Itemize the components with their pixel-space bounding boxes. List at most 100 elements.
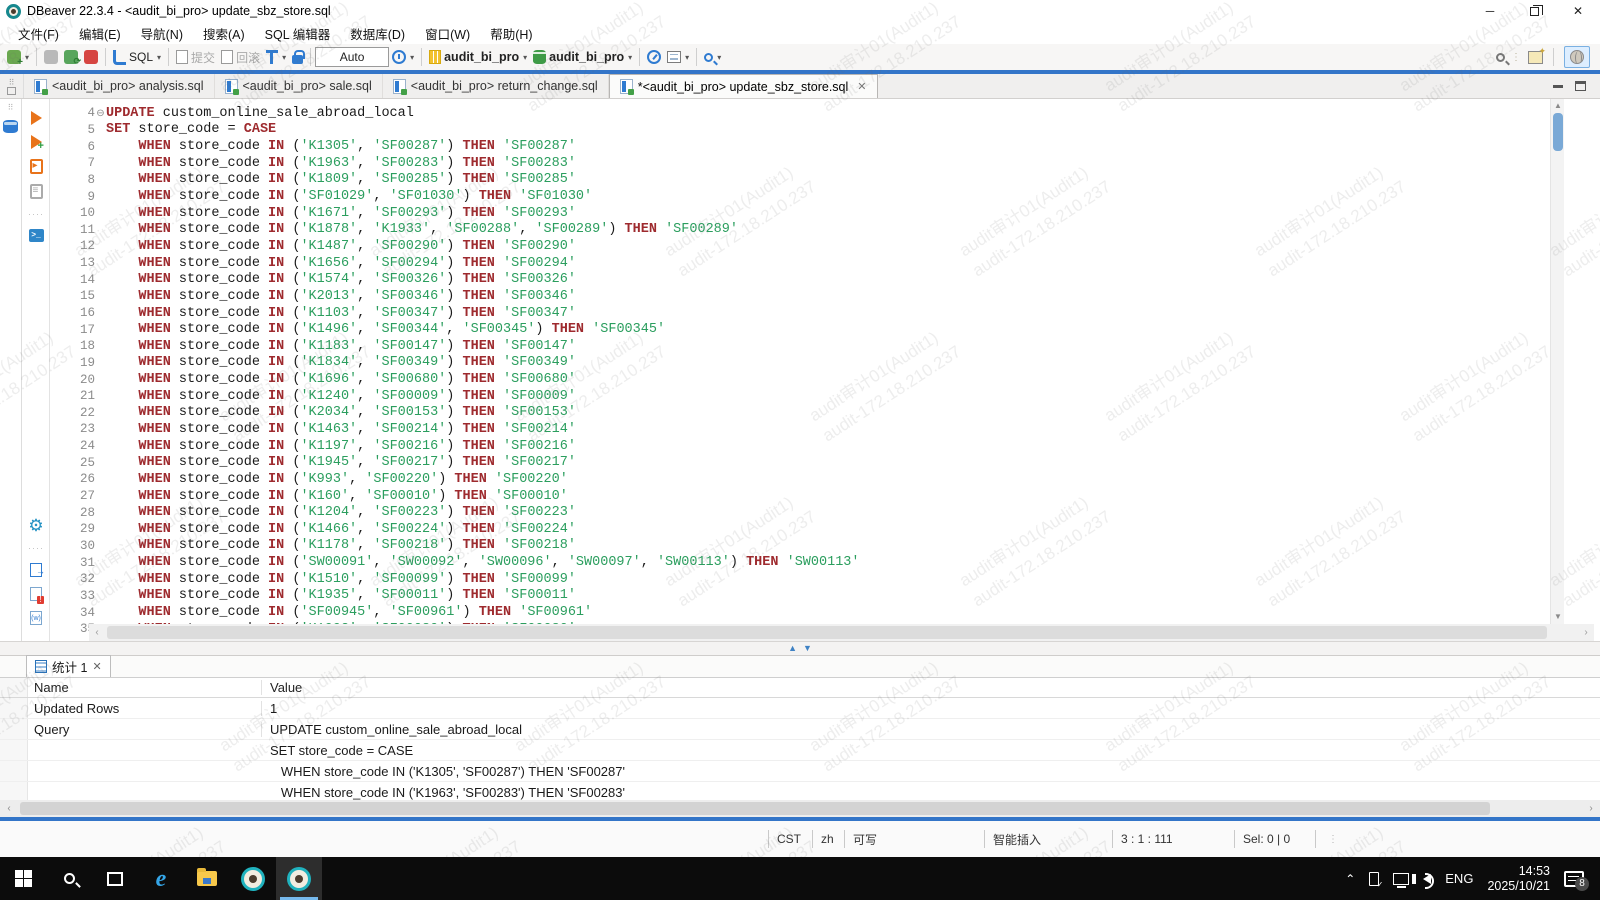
minimize-button[interactable]: ─ bbox=[1468, 0, 1512, 22]
fold-collapse-icon[interactable]: ⊖ bbox=[95, 108, 106, 119]
editor-tab[interactable]: <audit_bi_pro> return_change.sql bbox=[383, 74, 609, 98]
code-line[interactable]: 27 WHEN store_code IN ('K160', 'SF00010'… bbox=[51, 488, 1600, 505]
code-line[interactable]: 5SET store_code = CASE bbox=[51, 122, 1600, 139]
code-line[interactable]: 11 WHEN store_code IN ('K1878', 'K1933',… bbox=[51, 221, 1600, 238]
scroll-left-icon[interactable]: ‹ bbox=[89, 624, 105, 641]
code-line[interactable]: 6 WHEN store_code IN ('K1305', 'SF00287'… bbox=[51, 138, 1600, 155]
scroll-up-icon[interactable]: ▲ bbox=[1551, 99, 1565, 113]
dbeaver-perspective-button[interactable] bbox=[1564, 46, 1590, 68]
menu-item[interactable]: 编辑(E) bbox=[69, 22, 131, 45]
transaction-log-button[interactable]: ▾ bbox=[263, 48, 289, 66]
column-header-name[interactable]: Name bbox=[28, 680, 262, 695]
code-line[interactable]: 29 WHEN store_code IN ('K1466', 'SF00224… bbox=[51, 521, 1600, 538]
minimize-editor-icon[interactable] bbox=[1553, 85, 1563, 88]
language-indicator[interactable]: ENG bbox=[1445, 871, 1473, 886]
code-line[interactable]: 13 WHEN store_code IN ('K1656', 'SF00294… bbox=[51, 255, 1600, 272]
editor-tab[interactable]: <audit_bi_pro> sale.sql bbox=[215, 74, 383, 98]
editor-tab-strip-handle[interactable]: ⠿ bbox=[0, 74, 24, 98]
code-line[interactable]: 19 WHEN store_code IN ('K1834', 'SF00349… bbox=[51, 355, 1600, 372]
file-explorer-button[interactable] bbox=[184, 857, 230, 900]
code-line[interactable]: 33 WHEN store_code IN ('K1935', 'SF00011… bbox=[51, 588, 1600, 605]
error-log-button[interactable] bbox=[30, 587, 42, 601]
table-row[interactable]: QueryUPDATE custom_online_sale_abroad_lo… bbox=[0, 719, 1600, 740]
scroll-down-icon[interactable]: ▼ bbox=[1551, 610, 1565, 624]
taskbar-clock[interactable]: 14:53 2025/10/21 bbox=[1487, 864, 1550, 894]
transaction-history-button[interactable]: ▾ bbox=[389, 48, 417, 66]
editor-vertical-scrollbar[interactable]: ▲ ▼ bbox=[1550, 99, 1564, 624]
scrollbar-thumb[interactable] bbox=[107, 626, 1547, 639]
table-row[interactable]: Updated Rows1 bbox=[0, 698, 1600, 719]
scroll-right-icon[interactable]: › bbox=[1582, 800, 1600, 817]
internet-explorer-button[interactable]: e bbox=[138, 857, 184, 900]
column-header-value[interactable]: Value bbox=[262, 680, 302, 695]
restore-button[interactable] bbox=[1512, 0, 1556, 22]
code-line[interactable]: 17 WHEN store_code IN ('K1496', 'SF00344… bbox=[51, 321, 1600, 338]
code-line[interactable]: 21 WHEN store_code IN ('K1240', 'SF00009… bbox=[51, 388, 1600, 405]
sql-console-button[interactable]: >_ bbox=[29, 229, 44, 242]
dbeaver-taskbar-button-active[interactable] bbox=[276, 857, 322, 900]
table-row[interactable]: WHEN store_code IN ('K1963', 'SF00283') … bbox=[0, 782, 1600, 800]
table-row[interactable]: SET store_code = CASE bbox=[0, 740, 1600, 761]
editor-tab[interactable]: <audit_bi_pro> analysis.sql bbox=[24, 74, 215, 98]
code-line[interactable]: 28 WHEN store_code IN ('K1204', 'SF00223… bbox=[51, 504, 1600, 521]
execute-new-tab-button[interactable] bbox=[31, 135, 42, 149]
code-line[interactable]: 9 WHEN store_code IN ('SF01029', 'SF0103… bbox=[51, 188, 1600, 205]
menu-item[interactable]: 搜索(A) bbox=[193, 22, 255, 45]
start-button[interactable] bbox=[0, 857, 46, 900]
code-line[interactable]: 14 WHEN store_code IN ('K1574', 'SF00326… bbox=[51, 271, 1600, 288]
code-line[interactable]: 12 WHEN store_code IN ('K1487', 'SF00290… bbox=[51, 238, 1600, 255]
code-line[interactable]: 31 WHEN store_code IN ('SW00091', 'SW000… bbox=[51, 554, 1600, 571]
code-line[interactable]: 8 WHEN store_code IN ('K1809', 'SF00285'… bbox=[51, 172, 1600, 189]
new-connection-button[interactable]: ▾ bbox=[4, 48, 32, 66]
results-horizontal-scrollbar[interactable]: ‹ › bbox=[0, 800, 1600, 817]
menu-item[interactable]: SQL 编辑器 bbox=[255, 22, 341, 45]
lock-button[interactable] bbox=[289, 48, 306, 66]
collapse-down-icon[interactable]: ▼ bbox=[803, 644, 812, 653]
menu-item[interactable]: 数据库(D) bbox=[340, 22, 415, 45]
database-selector[interactable]: audit_bi_pro▾ bbox=[530, 48, 635, 66]
open-perspective-icon[interactable] bbox=[1528, 51, 1543, 64]
compare-button[interactable]: ▾ bbox=[664, 49, 692, 65]
statistics-tab[interactable]: 统计 1 ✕ bbox=[26, 655, 111, 677]
scrollbar-thumb[interactable] bbox=[1553, 113, 1563, 151]
scroll-right-icon[interactable]: › bbox=[1578, 624, 1594, 641]
code-line[interactable]: 7 WHEN store_code IN ('K1963', 'SF00283'… bbox=[51, 155, 1600, 172]
usb-tray-icon[interactable] bbox=[1369, 872, 1379, 886]
rollback-button[interactable]: 回滚 bbox=[218, 47, 263, 68]
tray-chevron-up-icon[interactable]: ⌃ bbox=[1345, 872, 1355, 886]
toolbar-search-button[interactable]: ▾ bbox=[701, 51, 724, 64]
menu-item[interactable]: 窗口(W) bbox=[415, 22, 480, 45]
taskbar-search-button[interactable] bbox=[46, 857, 92, 900]
collapse-up-icon[interactable]: ▲ bbox=[788, 644, 797, 653]
editor-results-sash[interactable]: ▲ ▼ bbox=[0, 641, 1600, 656]
code-line[interactable]: 15 WHEN store_code IN ('K2013', 'SF00346… bbox=[51, 288, 1600, 305]
commit-button[interactable]: 提交 bbox=[173, 47, 218, 68]
close-tab-icon[interactable]: ✕ bbox=[92, 660, 101, 673]
editor-tab[interactable]: *<audit_bi_pro> update_sbz_store.sql✕ bbox=[609, 74, 878, 98]
close-button[interactable]: ✕ bbox=[1556, 0, 1600, 22]
sql-editor-button[interactable]: SQL▾ bbox=[110, 48, 164, 67]
code-line[interactable]: 26 WHEN store_code IN ('K993', 'SF00220'… bbox=[51, 471, 1600, 488]
dashboard-button[interactable] bbox=[644, 48, 664, 66]
export-data-button[interactable] bbox=[30, 563, 42, 577]
code-line[interactable]: 32 WHEN store_code IN ('K1510', 'SF00099… bbox=[51, 571, 1600, 588]
table-row[interactable]: WHEN store_code IN ('K1305', 'SF00287') … bbox=[0, 761, 1600, 782]
dbeaver-taskbar-button[interactable] bbox=[230, 857, 276, 900]
connection-selector[interactable]: audit_bi_pro▾ bbox=[426, 48, 530, 66]
menu-item[interactable]: 导航(N) bbox=[131, 22, 193, 45]
code-line[interactable]: 18 WHEN store_code IN ('K1183', 'SF00147… bbox=[51, 338, 1600, 355]
code-line[interactable]: 25 WHEN store_code IN ('K1945', 'SF00217… bbox=[51, 454, 1600, 471]
scrollbar-thumb[interactable] bbox=[20, 802, 1490, 815]
connect-button[interactable] bbox=[41, 48, 61, 66]
execute-statement-button[interactable] bbox=[31, 111, 42, 125]
disconnect-button[interactable] bbox=[81, 48, 101, 66]
reconnect-button[interactable] bbox=[61, 48, 81, 66]
code-line[interactable]: 20 WHEN store_code IN ('K1696', 'SF00680… bbox=[51, 371, 1600, 388]
menu-item[interactable]: 帮助(H) bbox=[480, 22, 542, 45]
scroll-left-icon[interactable]: ‹ bbox=[0, 800, 18, 817]
menu-item[interactable]: 文件(F) bbox=[8, 22, 69, 45]
notification-center-icon[interactable]: 8 bbox=[1564, 871, 1584, 887]
code-line[interactable]: 30 WHEN store_code IN ('K1178', 'SF00218… bbox=[51, 538, 1600, 555]
database-navigator-icon[interactable] bbox=[3, 120, 18, 133]
code-line[interactable]: 23 WHEN store_code IN ('K1463', 'SF00214… bbox=[51, 421, 1600, 438]
